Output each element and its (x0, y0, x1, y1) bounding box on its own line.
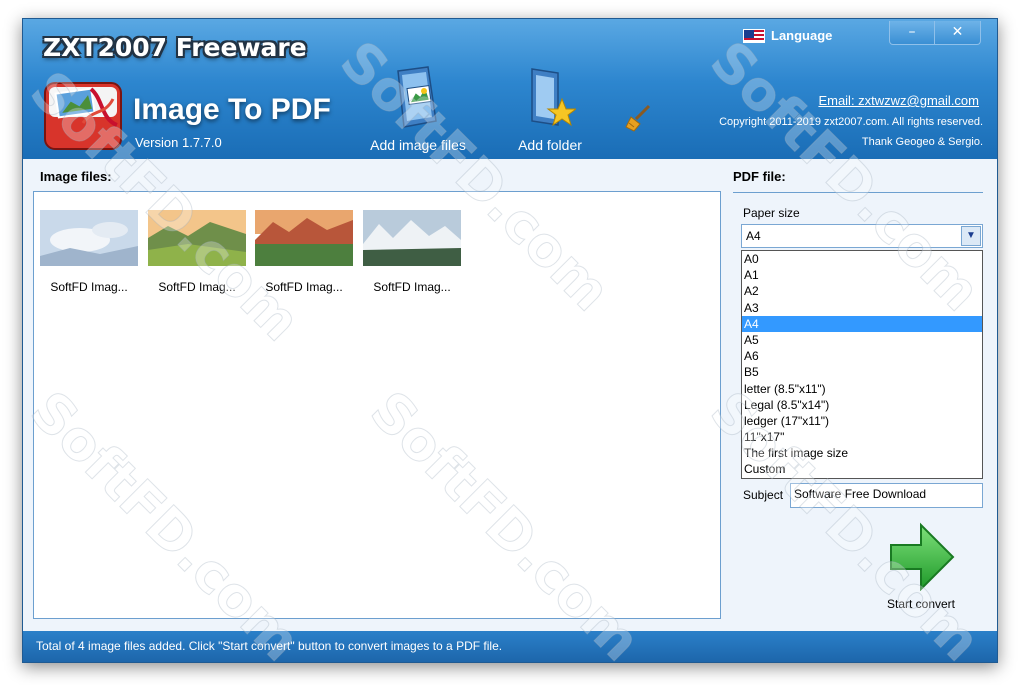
add-images-icon (397, 66, 437, 128)
image-item[interactable]: SoftFD Imag... (253, 210, 355, 294)
minimize-button[interactable]: – (889, 21, 935, 45)
add-image-files-button[interactable]: Add image files (363, 65, 473, 153)
window-controls: – ✕ (889, 21, 981, 45)
paper-option[interactable]: letter (8.5"x11") (742, 381, 982, 397)
paper-option[interactable]: Custom (742, 461, 982, 477)
image-thumbnail (363, 210, 461, 266)
paper-option[interactable]: B5 (742, 364, 982, 380)
pdf-divider (733, 192, 983, 193)
subject-label: Subject (743, 488, 784, 502)
us-flag-icon (743, 28, 765, 43)
image-label: SoftFD Imag... (158, 280, 236, 294)
paper-option-selected[interactable]: A4 (742, 315, 982, 332)
image-files-title: Image files: (40, 169, 112, 184)
paper-option[interactable]: ledger (17"x11") (742, 413, 982, 429)
broom-icon[interactable] (623, 103, 653, 133)
paper-size-value: A4 (746, 229, 761, 243)
pdf-file-title: PDF file: (733, 169, 786, 184)
paper-option[interactable]: A1 (742, 267, 982, 283)
add-folder-label: Add folder (518, 137, 582, 153)
image-item[interactable]: SoftFD Imag... (361, 210, 463, 294)
start-convert-button[interactable]: Start convert (871, 521, 971, 617)
paper-option[interactable]: A3 (742, 300, 982, 316)
green-arrow-icon (890, 522, 955, 591)
app-version: Version 1.7.7.0 (135, 135, 222, 150)
subject-field[interactable]: Software Free Download (790, 483, 983, 508)
app-window: ZXT2007 Freeware Image To PDF Version 1.… (22, 18, 998, 663)
language-menu[interactable]: Language (743, 28, 832, 43)
app-logo-icon (44, 82, 122, 150)
start-convert-label: Start convert (886, 597, 956, 611)
status-bar: Total of 4 image files added. Click "Sta… (23, 631, 997, 662)
image-label: SoftFD Imag... (265, 280, 343, 294)
paper-size-select[interactable]: A4 ▼ (741, 224, 983, 248)
add-image-files-label: Add image files (370, 137, 466, 153)
paper-size-dropdown-list[interactable]: A0 A1 A2 A3 A4 A5 A6 B5 letter (8.5"x11"… (741, 250, 983, 479)
paper-option[interactable]: The first image size (742, 445, 982, 461)
paper-option[interactable]: A2 (742, 283, 982, 299)
image-item[interactable]: SoftFD Imag... (146, 210, 248, 294)
brand-title: ZXT2007 Freeware (43, 33, 307, 62)
image-item[interactable]: SoftFD Imag... (38, 210, 140, 294)
paper-option[interactable]: A5 (742, 332, 982, 348)
add-folder-button[interactable]: Add folder (495, 65, 605, 153)
image-label: SoftFD Imag... (50, 280, 128, 294)
chevron-down-icon[interactable]: ▼ (961, 226, 981, 246)
image-thumbnail (255, 210, 353, 266)
copyright-text: Copyright 2011-2019 zxt2007.com. All rig… (719, 116, 983, 128)
app-title: Image To PDF (133, 93, 331, 126)
image-label: SoftFD Imag... (373, 280, 451, 294)
paper-size-label: Paper size (743, 206, 800, 220)
email-link[interactable]: Email: zxtwzwz@gmail.com (818, 93, 979, 108)
paper-option[interactable]: A0 (742, 251, 982, 267)
status-text: Total of 4 image files added. Click "Sta… (36, 639, 503, 653)
paper-option[interactable]: A6 (742, 348, 982, 364)
paper-option[interactable]: Legal (8.5"x14") (742, 397, 982, 413)
close-button[interactable]: ✕ (935, 21, 981, 45)
paper-option[interactable]: 11"x17" (742, 429, 982, 445)
header-banner: ZXT2007 Freeware Image To PDF Version 1.… (23, 19, 997, 159)
image-files-list[interactable]: SoftFD Imag... SoftFD Imag... SoftFD Ima… (33, 191, 721, 619)
image-thumbnail (148, 210, 246, 266)
add-folder-icon (531, 68, 576, 127)
thanks-text: Thank Geogeo & Sergio. (861, 136, 983, 148)
language-label: Language (771, 28, 833, 43)
image-thumbnail (40, 210, 138, 266)
